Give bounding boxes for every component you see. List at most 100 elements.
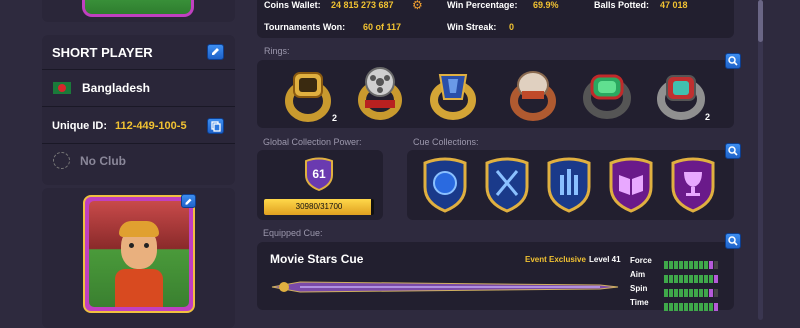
stat-segment	[689, 303, 693, 311]
stat-segment	[704, 289, 708, 297]
trophy-stack-shield-icon[interactable]	[546, 157, 592, 213]
stat-segment	[704, 261, 708, 269]
stat-segment	[699, 261, 703, 269]
stat-segment	[669, 261, 673, 269]
teal-gem-ring-icon[interactable]: 2	[656, 67, 710, 122]
aim-label: Aim	[630, 270, 646, 279]
rings-search-button[interactable]	[725, 53, 741, 69]
spin-label: Spin	[630, 284, 648, 293]
stat-segment	[684, 261, 688, 269]
streak-label: Win Streak:	[447, 22, 497, 32]
stat-segment	[669, 303, 673, 311]
stat-segment	[709, 261, 713, 269]
coins-value: 24 815 273 687	[331, 0, 394, 10]
stat-segment	[684, 289, 688, 297]
bangladesh-flag-icon	[53, 82, 71, 94]
avatar[interactable]	[83, 195, 195, 313]
green-gem-ring-icon[interactable]	[582, 66, 632, 120]
stat-segment	[709, 275, 713, 283]
chalice-shield-icon[interactable]	[670, 157, 716, 213]
scrollbar-thumb[interactable]	[758, 0, 763, 42]
crossed-cues-shield-icon[interactable]	[484, 157, 530, 213]
stat-segment	[674, 289, 678, 297]
no-club-icon	[53, 152, 70, 169]
divider	[42, 143, 235, 144]
stat-segment	[674, 275, 678, 283]
streak-value: 0	[509, 22, 515, 32]
film-reel-ring-icon[interactable]	[355, 66, 405, 120]
time-bar	[664, 298, 719, 316]
balls-value: 47 018	[660, 0, 688, 10]
stat-segment	[684, 275, 688, 283]
balls-label: Balls Potted:	[594, 0, 650, 10]
stat-segment	[714, 289, 718, 297]
coins-label: Coins Wallet:	[264, 0, 321, 10]
ring-count: 2	[704, 112, 710, 122]
search-icon	[728, 236, 738, 246]
book-shield-icon[interactable]	[608, 157, 654, 213]
cue-collections-search-button[interactable]	[725, 143, 741, 159]
silver-dome-ring-icon[interactable]	[508, 67, 558, 121]
collection-title: Global Collection Power:	[263, 137, 362, 147]
copy-id-button[interactable]	[207, 118, 224, 134]
cue-name: Movie Stars Cue	[270, 252, 364, 266]
country-name: Bangladesh	[82, 81, 151, 95]
stat-segment	[679, 261, 683, 269]
stat-segment	[679, 303, 683, 311]
blue-gem-ring-icon[interactable]	[428, 67, 478, 121]
cue-collections-title: Cue Collections:	[413, 137, 479, 147]
avatar-top-frame	[42, 0, 235, 22]
gold-ring-icon[interactable]: 2	[283, 68, 337, 123]
stat-segment	[714, 303, 718, 311]
stat-segment	[699, 289, 703, 297]
unique-id-label: Unique ID:	[52, 120, 107, 132]
ring-count: 2	[331, 113, 337, 123]
stat-segment	[674, 303, 678, 311]
equipped-title: Equipped Cue:	[263, 228, 323, 238]
tournaments-value: 60 of 117	[363, 22, 402, 32]
stat-segment	[679, 289, 683, 297]
stat-segment	[694, 261, 698, 269]
cue-level: Level 41	[589, 255, 621, 264]
scrollbar[interactable]	[758, 0, 763, 320]
collection-progress-bar: 30980/31700	[264, 199, 374, 215]
tournaments-label: Tournaments Won:	[264, 22, 346, 32]
stat-segment	[699, 275, 703, 283]
stat-segment	[699, 303, 703, 311]
equipped-search-button[interactable]	[725, 233, 741, 249]
rings-title: Rings:	[264, 46, 290, 56]
edit-avatar-button[interactable]	[181, 194, 196, 208]
stat-segment	[679, 275, 683, 283]
win-pct-value: 69.9%	[533, 0, 559, 10]
stat-segment	[689, 261, 693, 269]
cue-image-icon	[270, 280, 620, 294]
pencil-icon	[212, 48, 219, 55]
club-name[interactable]: No Club	[80, 154, 126, 168]
stat-segment	[709, 289, 713, 297]
gear-icon: ⚙	[412, 0, 423, 12]
player-info-panel: SHORT PLAYER Bangladesh Unique ID: 112-4…	[42, 35, 235, 185]
stat-segment	[704, 275, 708, 283]
force-label: Force	[630, 256, 652, 265]
divider	[42, 106, 235, 107]
win-pct-label: Win Percentage:	[447, 0, 518, 10]
unique-id-value: 112-449-100-5	[115, 120, 187, 132]
blue-globe-shield-icon[interactable]	[422, 157, 468, 213]
stat-segment	[669, 289, 673, 297]
cue-tag: Event Exclusive	[525, 255, 586, 264]
stat-segment	[694, 275, 698, 283]
copy-icon	[211, 121, 221, 132]
stat-segment	[714, 275, 718, 283]
search-icon	[728, 146, 738, 156]
stat-segment	[674, 261, 678, 269]
stat-segment	[664, 261, 668, 269]
time-label: Time	[630, 298, 649, 307]
pencil-icon	[185, 198, 192, 205]
stat-segment	[684, 303, 688, 311]
stat-segment	[694, 303, 698, 311]
stat-segment	[664, 289, 668, 297]
stat-segment	[664, 275, 668, 283]
edit-name-button[interactable]	[207, 44, 224, 60]
stat-segment	[714, 261, 718, 269]
player-name: SHORT PLAYER	[52, 45, 153, 60]
